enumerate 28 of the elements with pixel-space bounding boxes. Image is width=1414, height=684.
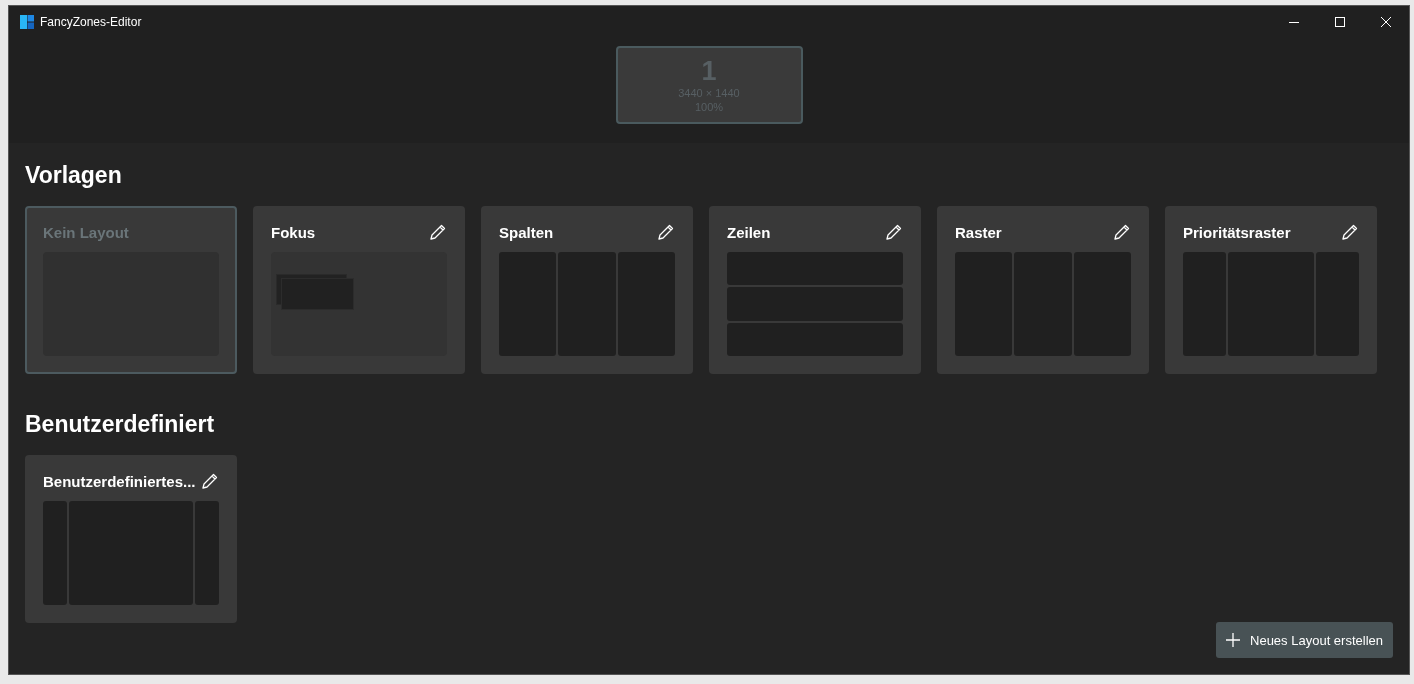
layout-name: Benutzerdefiniertes...: [43, 472, 196, 490]
pencil-icon[interactable]: [1341, 223, 1359, 241]
section-heading: Benutzerdefiniert: [25, 410, 216, 438]
layout-card[interactable]: Prioritätsraster: [1165, 206, 1377, 374]
pencil-icon[interactable]: [657, 223, 675, 241]
layout-name: Spalten: [499, 223, 554, 241]
layout-card[interactable]: Benutzerdefiniertes...: [25, 455, 237, 623]
close-icon: [1381, 17, 1391, 27]
section-heading: Vorlagen: [25, 161, 123, 189]
plus-icon: [1226, 633, 1240, 647]
window-title: FancyZones-Editor: [40, 15, 142, 29]
layout-name: Zeilen: [727, 223, 771, 241]
app-icon: [20, 15, 34, 29]
pencil-icon[interactable]: [1113, 223, 1131, 241]
layout-name: Kein Layout: [43, 223, 129, 241]
pencil-icon[interactable]: [201, 472, 219, 490]
layout-name: Prioritätsraster: [1183, 223, 1291, 241]
pencil-icon[interactable]: [429, 223, 447, 241]
create-layout-button[interactable]: Neues Layout erstellen: [1216, 622, 1393, 658]
pencil-icon[interactable]: [885, 223, 903, 241]
layout-card[interactable]: Zeilen: [709, 206, 921, 374]
minimize-icon: [1289, 21, 1299, 23]
layout-name: Raster: [955, 223, 1002, 241]
layout-card[interactable]: Fokus: [253, 206, 465, 374]
layout-name: Fokus: [271, 223, 316, 241]
layout-card[interactable]: Spalten: [481, 206, 693, 374]
maximize-icon: [1335, 17, 1345, 27]
layout-card[interactable]: Raster: [937, 206, 1149, 374]
